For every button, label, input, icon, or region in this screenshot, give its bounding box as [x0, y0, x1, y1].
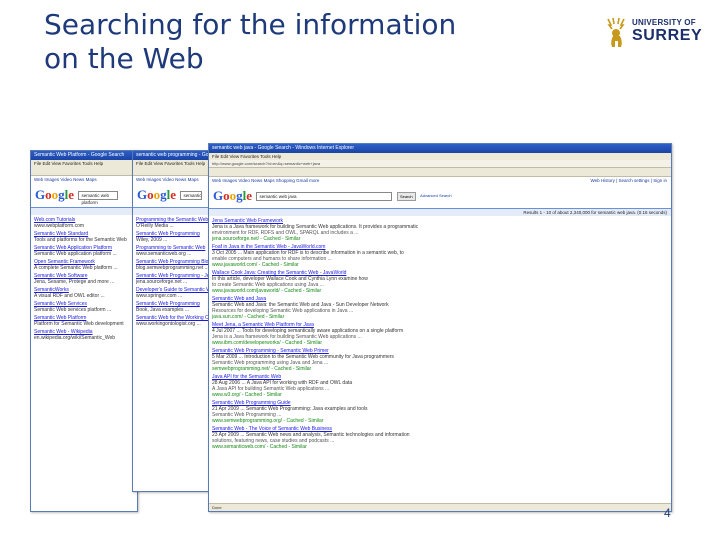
- window-2-search-input[interactable]: semantic web programming: [180, 191, 203, 200]
- stag-icon: [607, 17, 625, 47]
- result-item[interactable]: Developer's Guide to Semantic Web www.spr…: [136, 287, 216, 299]
- google-logo: Google: [213, 188, 253, 203]
- window-3-search-input[interactable]: semantic web java: [256, 192, 393, 201]
- result-item[interactable]: Semantic Web Programming - Semantic Web …: [212, 348, 482, 372]
- university-logo: UNIVERSITY OF SURREY: [604, 16, 704, 50]
- window-3-menu[interactable]: File Edit View Favorites Tools Help: [209, 153, 671, 160]
- result-item[interactable]: Programming to Semantic Web www.semanticw…: [136, 245, 216, 257]
- slide-title: Searching for the information on the Web: [44, 8, 456, 76]
- result-item[interactable]: Meet Jena, a Semantic Web Platform for J…: [212, 322, 482, 346]
- result-item[interactable]: Foaf in Java in the Semantic Web - JavaW…: [212, 244, 482, 268]
- result-item[interactable]: Semantic Web for the Working Ontologistw…: [136, 315, 216, 327]
- browser-window-1[interactable]: Semantic Web Platform - Google Search Fi…: [30, 150, 138, 512]
- result-item[interactable]: Open Semantic Framework A complete Semant…: [34, 259, 134, 271]
- result-item[interactable]: Semantic Web Programming Guide 21 Apr 200…: [212, 400, 482, 424]
- logo-line-1: UNIVERSITY OF: [632, 18, 696, 27]
- result-item[interactable]: Programming the Semantic Web O'Reilly Med…: [136, 217, 216, 229]
- result-item[interactable]: Semantic Web Programming Blog blog.semweb…: [136, 259, 216, 271]
- slide-title-line-1: Searching for the information: [44, 8, 457, 41]
- window-3-account-links[interactable]: Web History | Search settings | Sign in: [590, 178, 667, 183]
- slide-title-line-2: on the Web: [44, 42, 204, 75]
- result-item[interactable]: Semantic Web Programming - Jena jena.sour…: [136, 273, 216, 285]
- browser-window-2[interactable]: semantic web programming - Google Search…: [132, 150, 220, 492]
- result-item[interactable]: Semantic Web Standard Tools and platforms…: [34, 231, 134, 243]
- window-3-search-button[interactable]: Search: [396, 192, 416, 201]
- window-3-title: semantic web java - Google Search - Wind…: [209, 144, 671, 153]
- result-item[interactable]: Jena Semantic Web Framework Jena is a Jav…: [212, 218, 482, 242]
- window-3-address-bar[interactable]: http://www.google.com/search?hl=en&q=sem…: [209, 160, 671, 168]
- google-logo: Google: [137, 187, 177, 202]
- result-item[interactable]: Semantic Web Services Semantic Web servic…: [34, 301, 134, 313]
- result-item[interactable]: Semantic Web - Wikipedia en.wikipedia.org…: [34, 329, 134, 341]
- window-1-toolbar[interactable]: [31, 167, 137, 176]
- window-2-results: Programming the Semantic Web O'Reilly Med…: [133, 215, 219, 331]
- window-1-google-nav[interactable]: Web Images Video News Maps: [31, 176, 137, 183]
- result-item[interactable]: Wallace Cook Java: Creating the Semantic…: [212, 270, 482, 294]
- page-number: 4: [664, 506, 671, 520]
- result-item[interactable]: Java API for the Semantic Web 28 Aug 2006…: [212, 374, 482, 398]
- window-3-stats-bar: Results 1 - 10 of about 2,340,000 for se…: [209, 208, 671, 216]
- result-item[interactable]: Semantic Web - The Voice of Semantic Web…: [212, 426, 482, 450]
- window-2-title: semantic web programming - Google Search: [133, 151, 219, 160]
- window-1-menu[interactable]: File Edit View Favorites Tools Help: [31, 160, 137, 167]
- window-1-results: Web.com Tutorials www.webplatform.com Sem…: [31, 215, 137, 345]
- result-item[interactable]: Semantic Web Application Platform Semanti…: [34, 245, 134, 257]
- result-item[interactable]: Web.com Tutorials www.webplatform.com: [34, 217, 134, 229]
- window-2-google-nav[interactable]: Web Images Video News Maps: [133, 176, 219, 183]
- window-1-search-input[interactable]: semantic web platform: [78, 191, 119, 205]
- result-item[interactable]: Semantic Web Software Jena, Sesame, Prote…: [34, 273, 134, 285]
- result-item[interactable]: Semantic Web Platform Platform for Semant…: [34, 315, 134, 327]
- window-2-menu[interactable]: File Edit View Favorites Tools Help: [133, 160, 219, 167]
- window-1-stats-bar: [31, 207, 137, 215]
- result-item[interactable]: Semantic Web and Java Semantic Web and Ja…: [212, 296, 482, 320]
- result-item[interactable]: Semantic Web Programming Book, Java examp…: [136, 301, 216, 313]
- google-logo: Google: [35, 187, 75, 202]
- window-2-stats-bar: [133, 207, 219, 215]
- window-2-toolbar[interactable]: [133, 167, 219, 176]
- result-item[interactable]: Semantic Web Programming Wiley, 2009 ...: [136, 231, 216, 243]
- window-3-results: Jena Semantic Web Framework Jena is a Jav…: [209, 216, 485, 454]
- result-item[interactable]: SemanticWorks A visual RDF and OWL editor…: [34, 287, 134, 299]
- browser-window-3[interactable]: semantic web java - Google Search - Wind…: [208, 143, 672, 512]
- advanced-search-link[interactable]: Advanced Search: [420, 193, 452, 198]
- window-3-status-bar: Done: [209, 503, 671, 511]
- logo-line-2: SURREY: [632, 27, 703, 44]
- window-3-toolbar[interactable]: [209, 168, 671, 177]
- window-1-title: Semantic Web Platform - Google Search: [31, 151, 137, 160]
